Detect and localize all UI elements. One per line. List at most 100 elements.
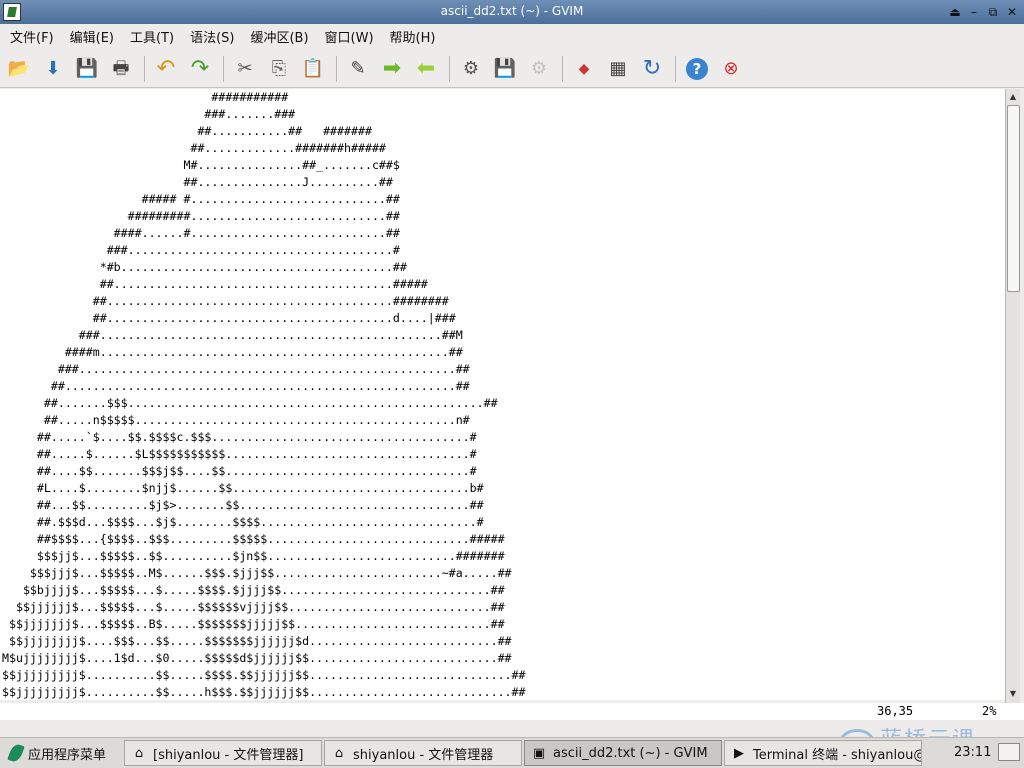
- start-menu-icon: [7, 742, 25, 764]
- redo-icon[interactable]: ↷: [185, 54, 215, 84]
- menu-window[interactable]: 窗口(W): [315, 27, 380, 46]
- editor-line: ##....$$.......$$$j$$....$$.............…: [2, 464, 477, 478]
- editor-line: ##.............#######h#####: [2, 141, 386, 155]
- editor-line: $$bjjjj$...$$$$$...$.....$$$$.$jjjj$$...…: [2, 583, 505, 597]
- maximize-window-button[interactable]: ⧉: [985, 4, 1001, 20]
- editor-line: ###.....................................…: [2, 328, 463, 342]
- window-titlebar[interactable]: ascii_dd2.txt (~) - GVIM ⏏ – ⧉ ✕: [0, 0, 1024, 24]
- task-label: Terminal 终端 - shiyanlou@…: [753, 747, 922, 763]
- editor-line: M$ujjjjjjjj$....1$d...$0.....$$$$$d$jjjj…: [2, 651, 512, 665]
- vertical-scrollbar[interactable]: ▲ ▼: [1005, 89, 1020, 703]
- editor-line: ##.$$$d...$$$$...$j$........$$$$........…: [2, 515, 484, 529]
- editor-line: ##...........## #######: [2, 124, 372, 138]
- editor-line: ###########: [2, 90, 289, 104]
- find-next-icon[interactable]: ➡: [377, 54, 407, 84]
- editor-line: $$jjjjjjjj$....$$$...$$.....$$$$$$$jjjjj…: [2, 634, 512, 648]
- editor-line: $$jjjjjjjjj$..........$$.....$$$$.$$jjjj…: [2, 668, 526, 682]
- build-tags-icon[interactable]: ▦: [603, 54, 633, 84]
- task-label: shiyanlou - 文件管理器: [353, 747, 494, 763]
- menu-syntax[interactable]: 语法(S): [180, 27, 240, 46]
- editor-line: ####......#............................#…: [2, 226, 400, 240]
- menu-edit[interactable]: 编辑(E): [60, 27, 120, 46]
- toolbar-separator: [675, 55, 676, 82]
- cursor-position: 36,35: [877, 704, 914, 718]
- terminal-icon: ▶: [734, 745, 744, 761]
- keyboard-tray-icon[interactable]: [998, 743, 1020, 761]
- help-glyph: ?: [686, 57, 708, 80]
- editor-line: ##### #............................##: [2, 192, 400, 206]
- home-folder-icon: ⌂: [134, 745, 144, 761]
- find-replace-icon[interactable]: ✎: [343, 54, 373, 84]
- start-menu-button[interactable]: 应用程序菜单: [4, 741, 112, 765]
- taskbar: 应用程序菜单 ⌂ [shiyanlou - 文件管理器] ⌂ shiyanlou…: [0, 737, 1024, 768]
- help-icon[interactable]: ?: [682, 54, 712, 84]
- undo-icon[interactable]: ↶: [151, 54, 181, 84]
- editor-text-area[interactable]: ########### ###.......### ##...........#…: [0, 89, 1005, 700]
- find-prev-icon[interactable]: ⬅: [411, 54, 441, 84]
- run-script-icon[interactable]: ⚙: [524, 54, 554, 84]
- scroll-up-arrow-icon[interactable]: ▲: [1007, 90, 1019, 103]
- editor-line: $$jjjjjj$...$$$$$...$.....$$$$$$vjjjj$$.…: [2, 600, 505, 614]
- menu-bar: 文件(F) 编辑(E) 工具(T) 语法(S) 缓冲区(B) 窗口(W) 帮助(…: [0, 24, 1024, 48]
- editor-line: ####m...................................…: [2, 345, 463, 359]
- editor-line: M#...............##_.......c##$: [2, 158, 400, 172]
- editor-line: ###.....................................…: [2, 243, 400, 257]
- clock[interactable]: 23:11: [954, 745, 991, 760]
- home-folder-icon: ⌂: [334, 745, 344, 761]
- find-help-icon[interactable]: ⊗: [716, 54, 746, 84]
- editor-line: #L....$........$njj$......$$............…: [2, 481, 484, 495]
- toolbar: 📂 ⬇ 💾 🖶 ↶ ↷ ✂ ⎘ 📋 ✎ ➡ ⬅ ⚙ 💾 ⚙ ◆ ▦ ↻ ? ⊗: [0, 50, 1024, 88]
- menu-help[interactable]: 帮助(H): [380, 27, 442, 46]
- editor-line: ##.....n$$$$$...........................…: [2, 413, 470, 427]
- scroll-down-arrow-icon[interactable]: ▼: [1007, 687, 1019, 700]
- print-icon[interactable]: 🖶: [106, 54, 136, 84]
- gvim-icon: ▣: [532, 745, 546, 761]
- editor-line: ##.....$......$L$$$$$$$$$$$.............…: [2, 447, 477, 461]
- cut-icon[interactable]: ✂: [230, 54, 260, 84]
- save-icon[interactable]: 💾: [72, 54, 102, 84]
- editor-line: ##......................................…: [2, 379, 470, 393]
- task-label: ascii_dd2.txt (~) - GVIM: [553, 745, 708, 761]
- editor-line: $$jjjjjjj$...$$$$$..B$.....$$$$$$$jjjjj$…: [2, 617, 505, 631]
- menu-tools[interactable]: 工具(T): [120, 27, 180, 46]
- open-folder-icon[interactable]: 📂: [4, 54, 34, 84]
- scroll-percent: 2%: [982, 704, 997, 718]
- start-menu-label: 应用程序菜单: [28, 747, 107, 763]
- task-label: [shiyanlou - 文件管理器]: [153, 747, 304, 763]
- scrollbar-thumb[interactable]: [1007, 105, 1020, 292]
- taskbar-task-gvim[interactable]: ▣ ascii_dd2.txt (~) - GVIM: [524, 740, 722, 766]
- editor-line: ##$$$$...{$$$$..$$$.........$$$$$.......…: [2, 532, 505, 546]
- editor-line: ##......................................…: [2, 311, 456, 325]
- taskbar-task-terminal[interactable]: ▶ Terminal 终端 - shiyanlou@…: [724, 740, 922, 766]
- taskbar-task-file-manager-2[interactable]: ⌂ shiyanlou - 文件管理器: [324, 740, 522, 766]
- editor-line: ##......................................…: [2, 277, 428, 291]
- editor-lines: ########### ###.......### ##...........#…: [2, 89, 526, 700]
- editor-line: ##.....`$....$$.$$$$c.$$$...............…: [2, 430, 477, 444]
- editor-line: $$$jj$...$$$$$..$$..........$jn$$.......…: [2, 549, 505, 563]
- editor-line: $$jjjjjjjjj$..........$$.....h$$$.$$jjjj…: [2, 685, 526, 699]
- editor-line: #########............................##: [2, 209, 400, 223]
- editor-line: ##......................................…: [2, 294, 449, 308]
- shade-window-button[interactable]: ⏏: [947, 4, 963, 20]
- menu-buffers[interactable]: 缓冲区(B): [240, 27, 314, 46]
- editor-line: ###.....................................…: [2, 362, 470, 376]
- jump-tag-icon[interactable]: ↻: [637, 54, 667, 84]
- toolbar-separator: [144, 55, 145, 82]
- toolbar-separator: [449, 55, 450, 82]
- ruler-status-line: 36,35 2%: [0, 703, 1024, 720]
- minimize-window-button[interactable]: –: [966, 4, 982, 20]
- copy-icon[interactable]: ⎘: [264, 54, 294, 84]
- download-icon[interactable]: ⬇: [38, 54, 68, 84]
- paste-icon[interactable]: 📋: [298, 54, 328, 84]
- make-icon[interactable]: ◆: [569, 54, 599, 84]
- menu-file[interactable]: 文件(F): [0, 27, 60, 46]
- toolbar-separator: [223, 55, 224, 82]
- load-session-icon[interactable]: ⚙: [456, 54, 486, 84]
- save-session-icon[interactable]: 💾: [490, 54, 520, 84]
- editor-line: ##...$$.........$j$>.......$$...........…: [2, 498, 484, 512]
- editor-line: ###.......###: [2, 107, 296, 121]
- close-window-button[interactable]: ✕: [1004, 4, 1020, 20]
- editor-line: ##...............J..........##: [2, 175, 393, 189]
- editor-line: *#b.....................................…: [2, 260, 407, 274]
- taskbar-task-file-manager-1[interactable]: ⌂ [shiyanlou - 文件管理器]: [124, 740, 322, 766]
